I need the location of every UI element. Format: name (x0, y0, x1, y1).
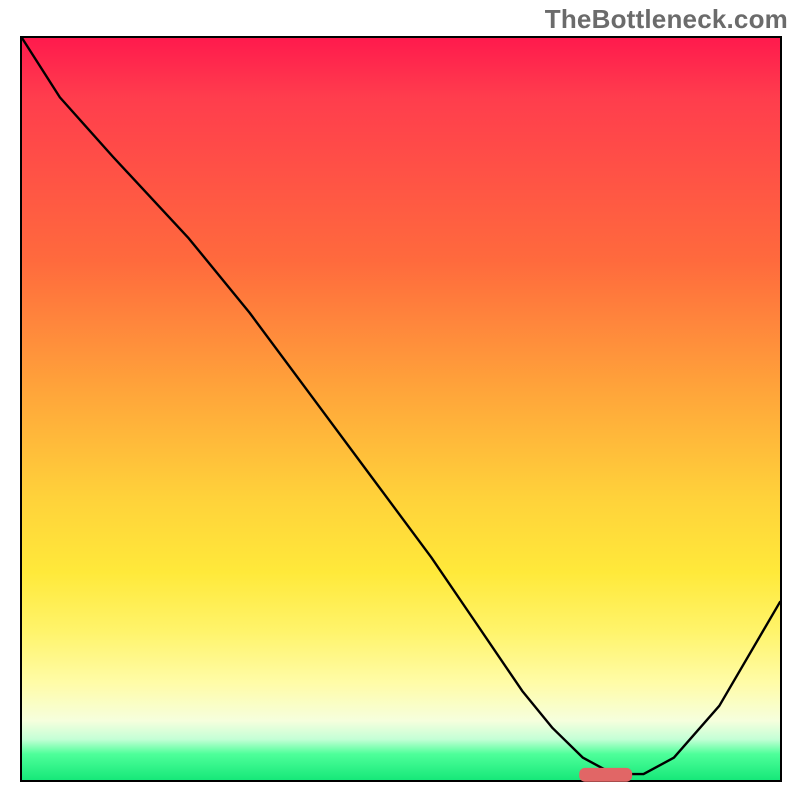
plot-area (20, 36, 782, 782)
curve-layer (22, 38, 780, 780)
watermark-text: TheBottleneck.com (545, 4, 788, 35)
bottleneck-curve (22, 38, 780, 774)
chart-stage: TheBottleneck.com (0, 0, 800, 800)
optimal-marker (579, 768, 632, 782)
